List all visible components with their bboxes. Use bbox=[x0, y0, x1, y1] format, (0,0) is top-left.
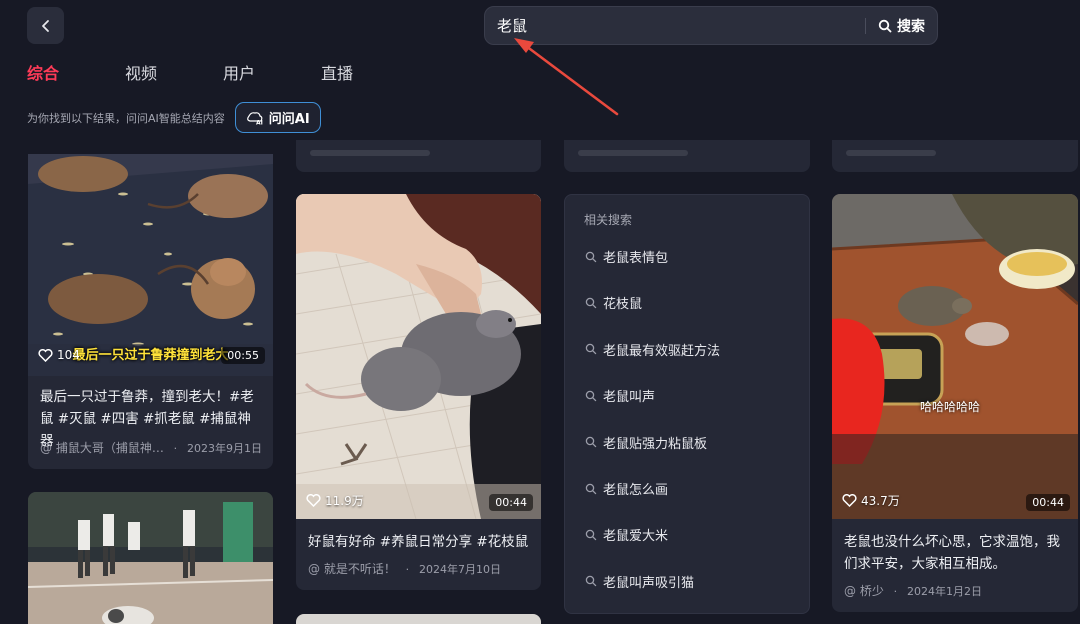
related-search-label: 老鼠表情包 bbox=[603, 251, 669, 266]
search-button-label: 搜索 bbox=[897, 18, 925, 35]
card-meta-placeholder bbox=[310, 150, 430, 156]
video-card[interactable]: 最后一只过于鲁莽撞到老大 104 00:55 最后一只过于鲁莽，撞到老大！#老鼠… bbox=[28, 154, 273, 469]
search-icon bbox=[878, 19, 892, 32]
search-icon bbox=[585, 576, 597, 587]
related-searches-heading: 相关搜索 bbox=[584, 213, 633, 227]
video-card[interactable]: 哈哈哈哈哈 43.7万 00:44 老鼠也没什么坏心思，它求温饱，我们求平安，大… bbox=[832, 194, 1078, 612]
video-meta: @ 桥少 · 2024年1月2日 bbox=[844, 582, 982, 599]
ai-sparkle-icon: AI bbox=[246, 111, 263, 125]
video-date-separator: · bbox=[893, 585, 898, 598]
related-search-label: 老鼠叫声 bbox=[603, 390, 656, 406]
ask-ai-label: 问问AI bbox=[268, 112, 310, 127]
video-author[interactable]: @ 桥少 bbox=[844, 584, 884, 598]
video-author[interactable]: @ 捕鼠大哥（捕鼠神… bbox=[40, 441, 164, 455]
video-date: 2024年1月2日 bbox=[906, 585, 982, 598]
likes-counter: 104 bbox=[38, 348, 80, 362]
video-thumbnail bbox=[28, 492, 273, 624]
heart-icon bbox=[306, 494, 321, 507]
likes-count: 11.9万 bbox=[325, 494, 364, 508]
related-search-item[interactable]: 老鼠贴强力粘鼠板 bbox=[585, 433, 707, 452]
video-thumbnail: 11.9万 00:44 bbox=[296, 194, 541, 519]
related-search-item[interactable]: 老鼠叫声吸引猫 bbox=[585, 572, 694, 591]
video-date-separator: · bbox=[405, 563, 410, 576]
search-icon bbox=[585, 344, 597, 355]
search-icon bbox=[585, 297, 597, 309]
related-search-label: 老鼠叫声吸引猫 bbox=[603, 575, 695, 591]
result-card-partial[interactable] bbox=[564, 140, 810, 172]
video-title[interactable]: 好鼠有好命 #养鼠日常分享 #花枝鼠 bbox=[308, 531, 531, 553]
rat-on-table-image bbox=[832, 194, 1078, 519]
search-bar: 搜索 bbox=[484, 6, 938, 45]
heart-icon bbox=[842, 494, 857, 507]
search-icon bbox=[585, 529, 597, 541]
video-thumbnail: 最后一只过于鲁莽撞到老大 104 00:55 bbox=[28, 154, 273, 376]
card-meta-placeholder bbox=[846, 150, 936, 156]
result-card-partial[interactable] bbox=[832, 140, 1078, 172]
video-date: 2024年7月10日 bbox=[418, 563, 501, 576]
basketball-court-image bbox=[28, 492, 273, 624]
tab-bar: 综合 视频 用户 直播 bbox=[27, 62, 419, 86]
ai-summary-row: 为你找到以下结果，问问AI智能总结内容 AI 问问AI bbox=[27, 102, 321, 133]
search-icon bbox=[585, 436, 597, 448]
ai-hint-text: 为你找到以下结果，问问AI智能总结内容 bbox=[27, 111, 225, 125]
tab-users[interactable]: 用户 bbox=[223, 62, 321, 86]
caption-overlay: 哈哈哈哈哈 bbox=[920, 400, 981, 414]
likes-count: 104 bbox=[57, 348, 80, 362]
related-search-item[interactable]: 老鼠最有效驱赶方法 bbox=[585, 340, 720, 359]
tab-video[interactable]: 视频 bbox=[125, 62, 223, 86]
video-date-separator: · bbox=[173, 442, 178, 455]
video-thumbnail: 哈哈哈哈哈 43.7万 00:44 bbox=[832, 194, 1078, 519]
card-meta-placeholder bbox=[578, 150, 688, 156]
related-search-label: 老鼠爱大米 bbox=[603, 529, 669, 545]
video-meta: @ 就是不听话！ · 2024年7月10日 bbox=[308, 560, 501, 577]
video-author[interactable]: @ 就是不听话！ bbox=[308, 562, 396, 576]
video-duration: 00:44 bbox=[489, 494, 533, 511]
ask-ai-button[interactable]: AI 问问AI bbox=[234, 102, 321, 133]
video-meta: @ 捕鼠大哥（捕鼠神… · 2023年9月1日 bbox=[40, 439, 262, 456]
heart-icon bbox=[38, 348, 53, 362]
tab-live[interactable]: 直播 bbox=[321, 62, 419, 86]
video-duration: 00:44 bbox=[1026, 494, 1070, 511]
tab-comprehensive[interactable]: 综合 bbox=[27, 62, 125, 86]
svg-text:AI: AI bbox=[256, 119, 263, 125]
related-search-label: 老鼠最有效驱赶方法 bbox=[603, 343, 721, 359]
video-card[interactable] bbox=[296, 614, 541, 624]
hand-petting-rat-image bbox=[296, 194, 541, 519]
related-search-label: 老鼠怎么画 bbox=[603, 483, 669, 498]
likes-counter: 43.7万 bbox=[842, 492, 900, 509]
results-grid: 最后一只过于鲁莽撞到老大 104 00:55 最后一只过于鲁莽，撞到老大！#老鼠… bbox=[0, 140, 1080, 624]
back-button[interactable] bbox=[27, 7, 64, 44]
video-date: 2023年9月1日 bbox=[186, 442, 262, 455]
video-title[interactable]: 老鼠也没什么坏心思，它求温饱，我们求平安，大家相互相成。 bbox=[844, 531, 1068, 575]
related-search-item[interactable]: 老鼠表情包 bbox=[585, 247, 668, 266]
video-card[interactable]: 11.9万 00:44 好鼠有好命 #养鼠日常分享 #花枝鼠 @ 就是不听话！ … bbox=[296, 194, 541, 590]
related-search-label: 花枝鼠 bbox=[603, 297, 643, 313]
related-search-item[interactable]: 老鼠叫声 bbox=[585, 386, 655, 405]
related-search-item[interactable]: 老鼠爱大米 bbox=[585, 525, 668, 544]
search-icon bbox=[585, 483, 597, 494]
search-icon bbox=[585, 390, 597, 401]
search-input[interactable] bbox=[485, 7, 865, 44]
search-icon bbox=[585, 251, 597, 262]
related-searches-panel: 相关搜索 老鼠表情包花枝鼠老鼠最有效驱赶方法 老鼠叫声老鼠贴强力粘鼠板 老鼠怎么画老… bbox=[564, 194, 810, 614]
likes-count: 43.7万 bbox=[861, 494, 900, 508]
related-search-label: 老鼠贴强力粘鼠板 bbox=[603, 436, 708, 452]
result-card-partial[interactable] bbox=[296, 140, 541, 172]
related-search-item[interactable]: 老鼠怎么画 bbox=[585, 479, 668, 498]
video-duration: 00:55 bbox=[221, 347, 265, 364]
chevron-left-icon bbox=[41, 19, 49, 32]
search-button[interactable]: 搜索 bbox=[866, 7, 937, 44]
likes-counter: 11.9万 bbox=[306, 492, 364, 509]
rats-glue-board-image bbox=[28, 154, 273, 376]
video-thumbnail bbox=[296, 614, 541, 624]
related-search-item[interactable]: 花枝鼠 bbox=[585, 293, 642, 312]
video-card[interactable] bbox=[28, 492, 273, 624]
